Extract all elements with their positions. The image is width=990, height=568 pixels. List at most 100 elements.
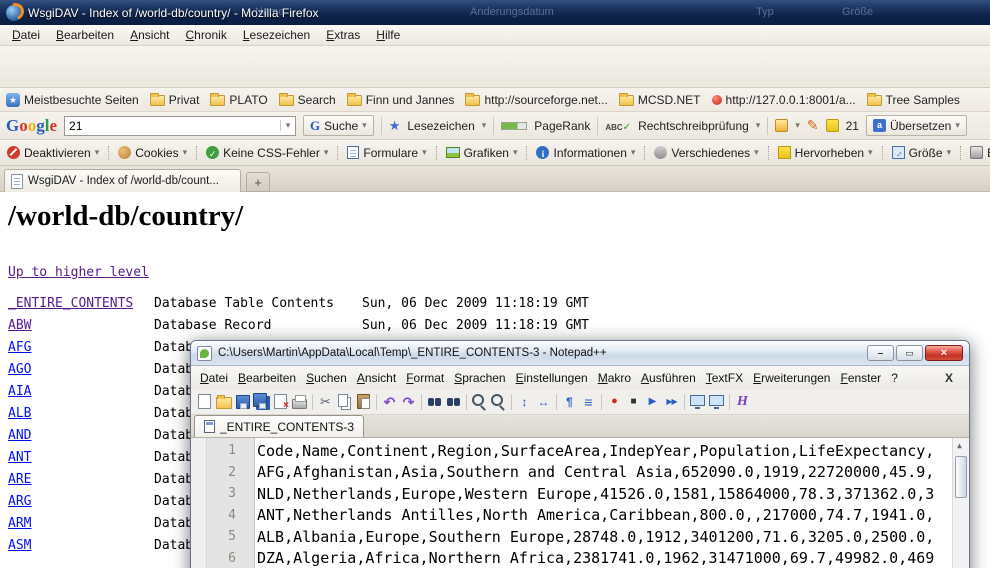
menu-item[interactable]: Ansicht (122, 26, 177, 44)
zoom-in-icon[interactable] (470, 393, 489, 411)
redo-icon[interactable] (399, 393, 418, 411)
menu-item[interactable]: Fenster (835, 369, 886, 387)
google-bookmarks-label[interactable]: Lesezeichen (407, 119, 474, 133)
webdev-item-verschiedenes[interactable]: Verschiedenes (644, 146, 761, 160)
translate-button[interactable]: Übersetzen (866, 115, 967, 136)
menu-item[interactable]: Chronik (177, 26, 234, 44)
print-icon[interactable] (290, 393, 309, 411)
post-it-icon[interactable] (707, 393, 726, 411)
up-to-higher-level-link[interactable]: Up to higher level (8, 265, 149, 280)
close-document-x-button[interactable]: X (945, 371, 963, 385)
pencil-icon[interactable] (807, 117, 819, 134)
bookmark-star-icon[interactable] (389, 118, 401, 134)
tab-wsgidav-index[interactable]: WsgiDAV - Index of /world-db/count... (4, 169, 241, 192)
find-icon[interactable] (425, 393, 444, 411)
webdev-item-grafiken[interactable]: Grafiken (436, 146, 521, 160)
editor-area[interactable]: 1 Code,Name,Continent,Region,SurfaceArea… (191, 438, 969, 568)
menu-item[interactable]: Sprachen (449, 369, 510, 387)
document-tab[interactable]: _ENTIRE_CONTENTS-3 (194, 415, 364, 437)
directory-entry-link[interactable]: AND (8, 428, 154, 443)
menu-item[interactable]: Extras (318, 26, 368, 44)
webdev-item-extras[interactable]: Extras (960, 146, 990, 160)
webdev-item-css-fehler[interactable]: Keine CSS-Fehler (196, 146, 331, 160)
menu-item[interactable]: Bearbeiten (233, 369, 301, 387)
bookmark-tree-samples[interactable]: Tree Samples (867, 93, 960, 107)
vertical-scrollbar[interactable] (952, 438, 969, 568)
chevron-down-icon[interactable] (756, 120, 761, 131)
bookmark-search[interactable]: Search (279, 93, 336, 107)
maximize-button[interactable] (896, 345, 923, 361)
menu-item[interactable]: Bearbeiten (48, 26, 122, 44)
undo-icon[interactable] (380, 393, 399, 411)
new-file-icon[interactable] (195, 393, 214, 411)
indent-guide-icon[interactable] (579, 393, 598, 411)
bookmark-meistbesuchte-seiten[interactable]: Meistbesuchte Seiten (6, 93, 139, 107)
notepad-titlebar[interactable]: C:\Users\Martin\AppData\Local\Temp\_ENTI… (191, 341, 969, 366)
bookmark-plato[interactable]: PLATO (210, 93, 267, 107)
new-tab-button[interactable]: + (246, 172, 270, 192)
directory-entry-link[interactable]: ARE (8, 472, 154, 487)
menu-item[interactable]: Makro (593, 369, 636, 387)
cut-icon[interactable] (316, 393, 335, 411)
menu-item[interactable]: Datei (4, 26, 48, 44)
chevron-down-icon[interactable] (795, 120, 800, 131)
highlighter-icon[interactable] (826, 119, 839, 132)
zoom-out-icon[interactable] (489, 393, 508, 411)
stop-macro-icon[interactable] (624, 393, 643, 411)
sync-vertical-icon[interactable] (515, 393, 534, 411)
save-all-icon[interactable] (252, 393, 271, 411)
webdev-item-formulare[interactable]: Formulare (337, 146, 429, 160)
google-search-button[interactable]: G Suche (303, 115, 374, 136)
directory-entry-link[interactable]: ANT (8, 450, 154, 465)
menu-item[interactable]: Suchen (301, 369, 352, 387)
fullscreen-icon[interactable] (688, 393, 707, 411)
textfx-icon[interactable] (733, 393, 752, 411)
open-folder-icon[interactable] (214, 393, 233, 411)
google-search-input[interactable] (65, 119, 280, 133)
bookmark-localhost-8001[interactable]: http://127.0.0.1:8001/a... (712, 93, 856, 107)
directory-entry-link[interactable]: AFG (8, 340, 154, 355)
directory-entry-link[interactable]: ALB (8, 406, 154, 421)
spellcheck-label[interactable]: Rechtschreibprüfung (638, 119, 749, 133)
search-history-chevron-icon[interactable] (280, 120, 295, 131)
play-macro-icon[interactable] (643, 393, 662, 411)
record-macro-icon[interactable] (605, 393, 624, 411)
close-file-icon[interactable] (271, 393, 290, 411)
menu-item[interactable]: TextFX (701, 369, 748, 387)
webdev-item-hervorheben[interactable]: Hervorheben (768, 146, 876, 160)
bookmark-sourceforge[interactable]: http://sourceforge.net... (465, 93, 607, 107)
webdev-item-cookies[interactable]: Cookies (108, 146, 190, 160)
menu-item[interactable]: Lesezeichen (235, 26, 318, 44)
bookmark-mcsd-net[interactable]: MCSD.NET (619, 93, 701, 107)
show-symbols-icon[interactable] (560, 393, 579, 411)
pagerank-label[interactable]: PageRank (534, 119, 590, 133)
run-macro-multiple-icon[interactable] (662, 393, 681, 411)
autofill-icon[interactable] (775, 119, 788, 132)
menu-item[interactable]: Ansicht (352, 369, 401, 387)
copy-icon[interactable] (335, 393, 354, 411)
menu-item[interactable]: ? (886, 369, 903, 387)
bookmark-privat[interactable]: Privat (150, 93, 200, 107)
sync-horizontal-icon[interactable] (534, 393, 553, 411)
menu-item[interactable]: Datei (195, 369, 233, 387)
menu-item[interactable]: Hilfe (368, 26, 408, 44)
firefox-titlebar[interactable]: WsgiDAV - Index of /world-db/country/ - … (0, 0, 990, 25)
webdev-item-deaktivieren[interactable]: Deaktivieren (4, 146, 102, 160)
scrollbar-thumb[interactable] (955, 456, 967, 498)
directory-entry-link[interactable]: AGO (8, 362, 154, 377)
directory-entry-link[interactable]: AIA (8, 384, 154, 399)
save-icon[interactable] (233, 393, 252, 411)
directory-entry-link[interactable]: ARM (8, 516, 154, 531)
chevron-down-icon[interactable] (482, 120, 487, 131)
directory-entry-link[interactable]: ABW (8, 318, 154, 333)
paste-icon[interactable] (354, 393, 373, 411)
directory-entry-link[interactable]: ASM (8, 538, 154, 553)
minimize-button[interactable] (867, 345, 894, 361)
directory-entry-link[interactable]: ARG (8, 494, 154, 509)
close-button[interactable] (925, 345, 963, 361)
directory-entry-link[interactable]: _ENTIRE_CONTENTS (8, 296, 154, 311)
menu-item[interactable]: Format (401, 369, 449, 387)
menu-item[interactable]: Einstellungen (511, 369, 593, 387)
webdev-item-groesse[interactable]: Größe (882, 146, 955, 160)
bookmark-finn-und-jannes[interactable]: Finn und Jannes (347, 93, 455, 107)
